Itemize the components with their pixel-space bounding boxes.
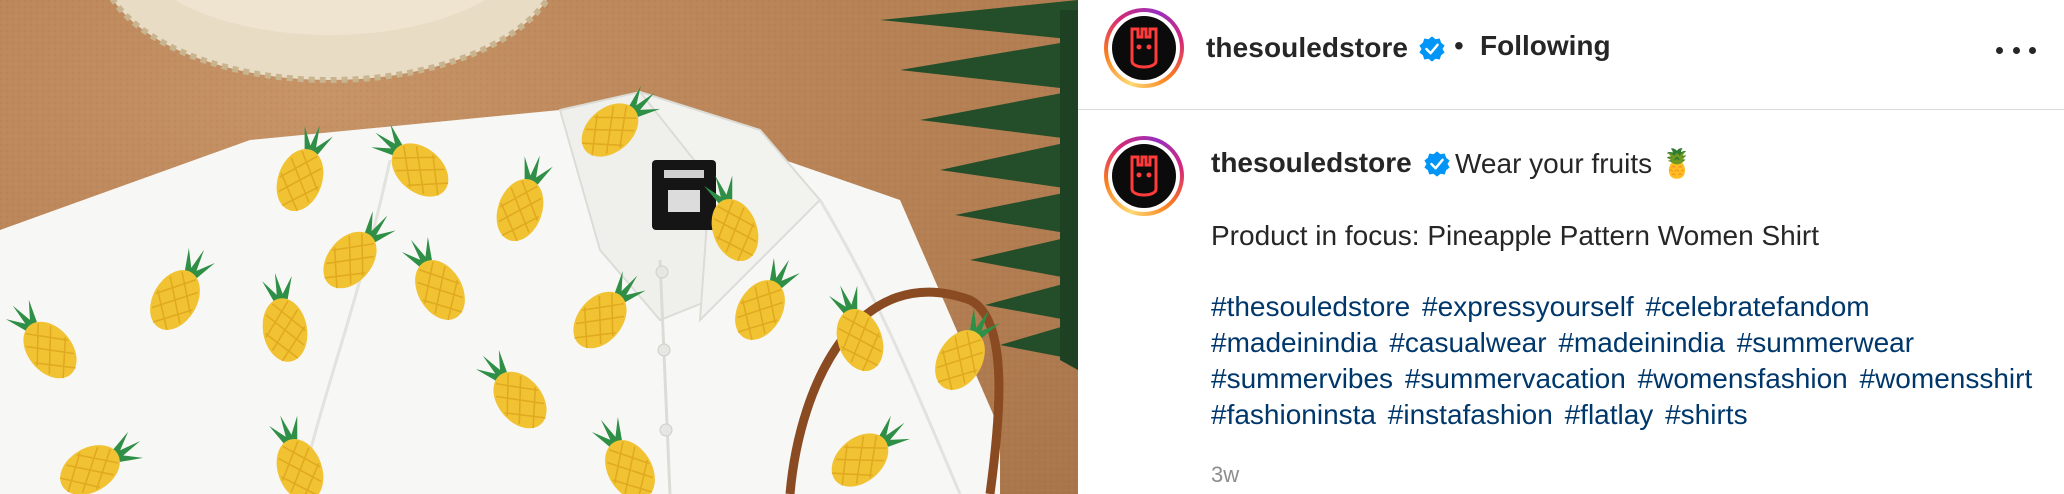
hashtag-link[interactable]: #flatlay	[1565, 399, 1654, 430]
hashtag-link[interactable]: #womensfashion	[1638, 363, 1848, 394]
caption-first-line: Wear your fruits 🍍	[1455, 148, 1695, 179]
souled-store-logo-icon	[1130, 155, 1158, 197]
post-header: thesouledstore • Following	[1078, 0, 2064, 110]
hashtag-link[interactable]: #summervacation	[1405, 363, 1626, 394]
hashtag-link[interactable]: #madeinindia	[1211, 327, 1378, 358]
hashtag-link[interactable]: #celebratefandom	[1645, 291, 1869, 322]
verified-badge-icon	[1424, 151, 1450, 177]
caption-avatar[interactable]	[1104, 136, 1184, 216]
header-username[interactable]: thesouledstore	[1206, 32, 1408, 64]
souled-store-logo-icon	[1130, 27, 1158, 69]
hashtag-link[interactable]: #summervibes	[1211, 363, 1393, 394]
verified-badge-icon	[1419, 36, 1445, 62]
caption-username[interactable]: thesouledstore	[1211, 147, 1412, 179]
hashtag-link[interactable]: #fashioninsta	[1211, 399, 1376, 430]
post-image[interactable]	[0, 0, 1078, 494]
hashtag-link[interactable]: #womensshirt	[1860, 363, 2033, 394]
post-timestamp[interactable]: 3w	[1211, 462, 1239, 488]
caption-product-line: Product in focus: Pineapple Pattern Wome…	[1211, 220, 1820, 251]
avatar[interactable]	[1104, 8, 1184, 88]
header-separator: •	[1454, 30, 1464, 61]
more-horizontal-icon[interactable]	[1996, 36, 2036, 64]
hashtag-link[interactable]: #summerwear	[1737, 327, 1914, 358]
hashtag-list: #thesouledstore #expressyourself #celebr…	[1211, 289, 2041, 433]
hashtag-link[interactable]: #madeinindia	[1558, 327, 1725, 358]
following-button[interactable]: Following	[1480, 30, 1611, 62]
hashtag-link[interactable]: #instafashion	[1388, 399, 1553, 430]
hashtag-link[interactable]: #thesouledstore	[1211, 291, 1410, 322]
hashtag-link[interactable]: #expressyourself	[1422, 291, 1634, 322]
hashtag-link[interactable]: #shirts	[1665, 399, 1747, 430]
hashtag-link[interactable]: #casualwear	[1389, 327, 1546, 358]
shirt-flatlay-illustration	[0, 0, 1078, 494]
post-side-panel: thesouledstore • Following thesouledstor…	[1078, 0, 2064, 494]
